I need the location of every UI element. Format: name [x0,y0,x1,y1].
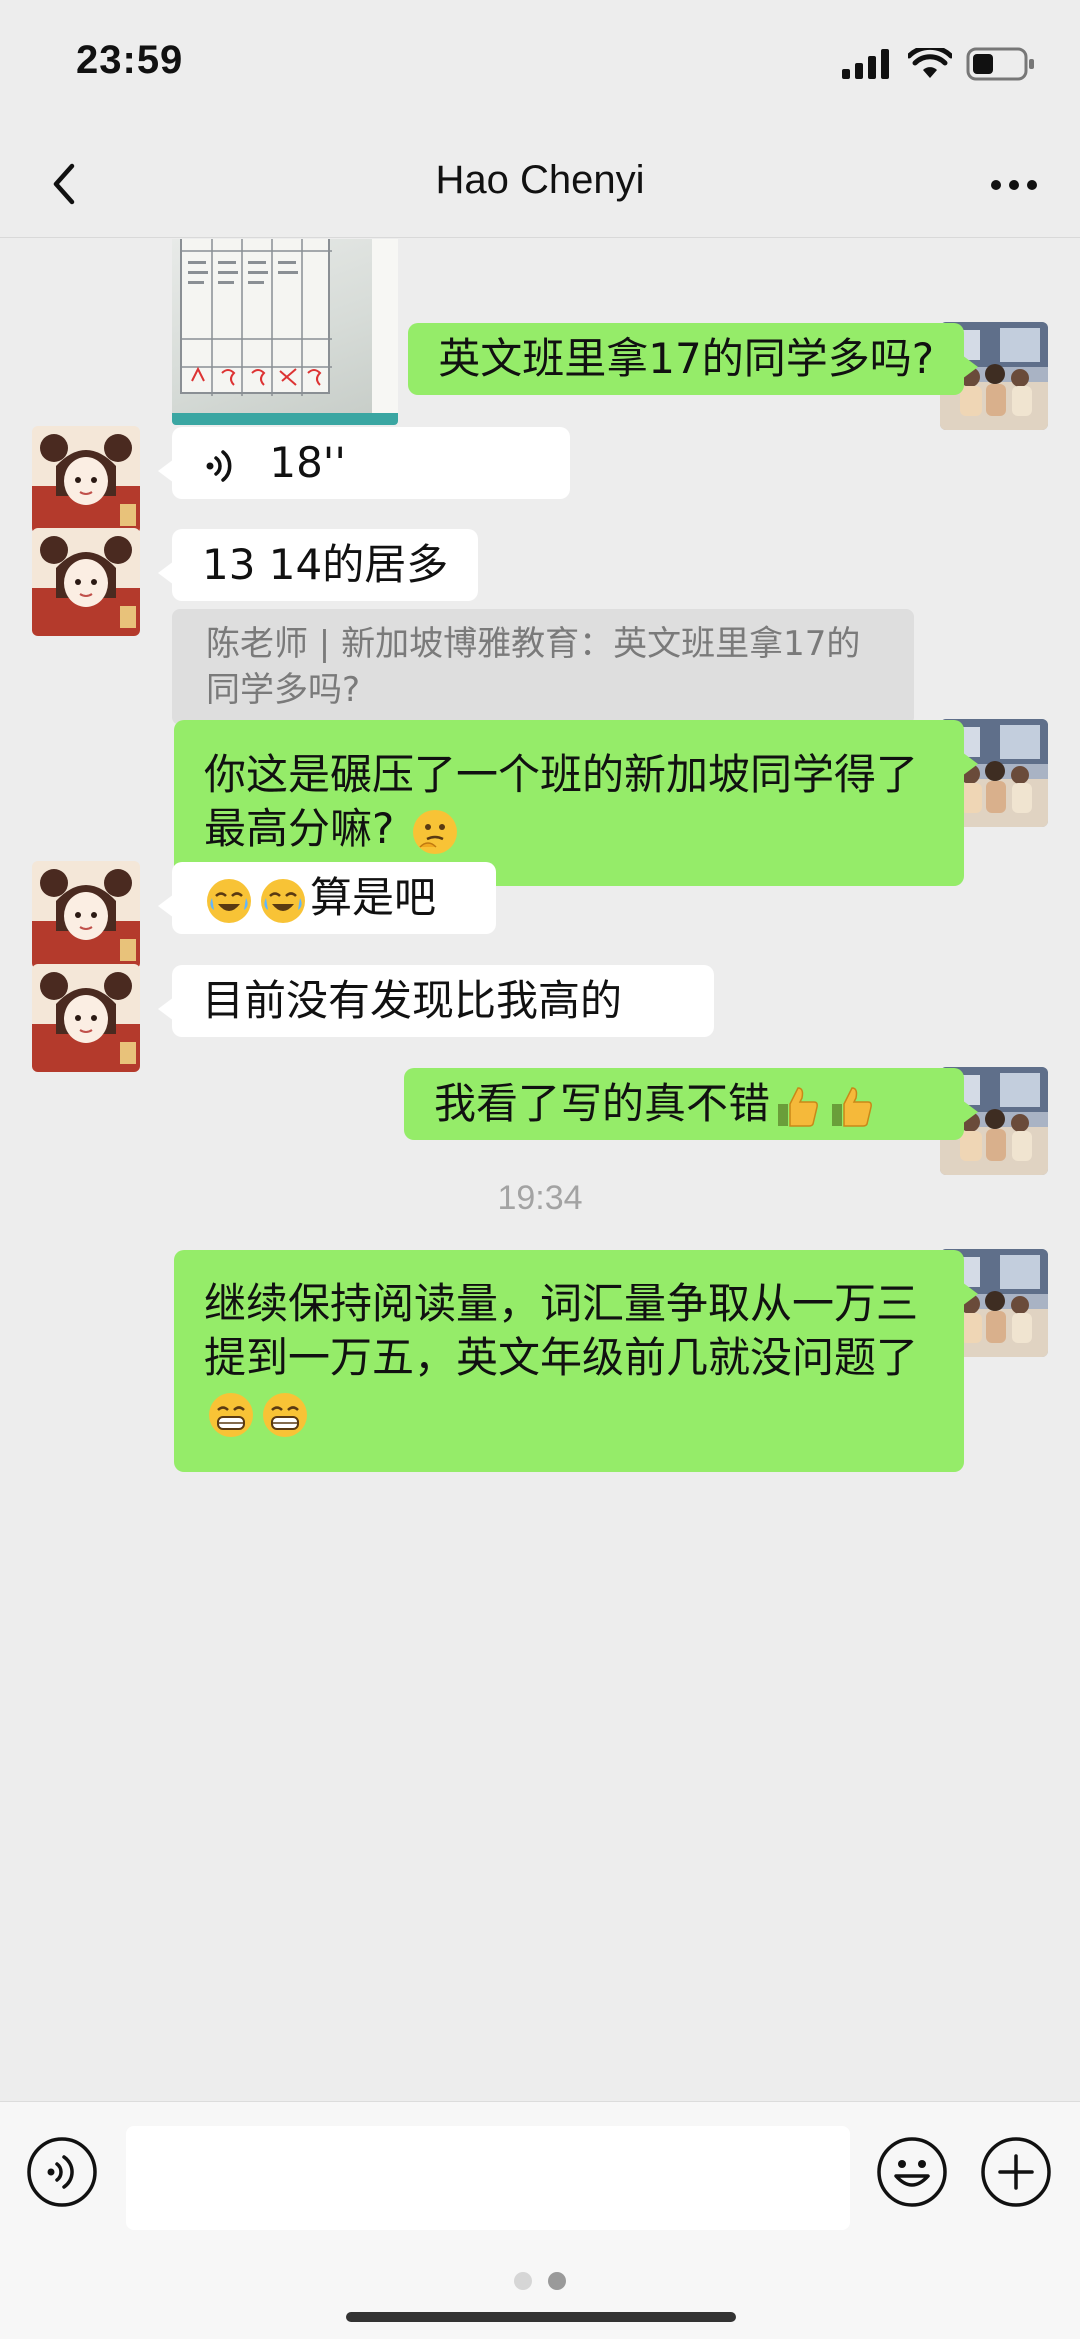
thumbs-up-emoji-icon [778,1086,818,1127]
message-text: 算是吧 [310,873,437,922]
contact-avatar[interactable] [32,964,140,1072]
chat-title: Hao Chenyi [435,158,645,202]
status-bar: 23:59 [0,0,1080,130]
input-bar [0,2101,1080,2339]
battery-icon [966,47,1034,81]
message-list[interactable]: 英文班里拿17的同学多吗? 18'' 13 14的居多 陈老师 | 新加坡博雅教… [0,239,1080,2101]
signal-icon [842,49,889,79]
message-text: 英文班里拿17的同学多吗? [438,334,934,383]
message-timestamp: 19:34 [497,1179,583,1217]
message-text: 13 14的居多 [202,540,449,589]
message-text: 你这是碾压了一个班的新加坡同学得了最高分嘛? [204,750,919,853]
voice-message[interactable]: 18'' [158,427,570,499]
incoming-message[interactable]: 13 14的居多 [157,529,479,601]
photo-teal-strip [172,413,398,425]
chat-header: Hao Chenyi [0,130,1080,238]
page-dot [514,2272,532,2290]
outgoing-message[interactable]: 继续保持阅读量，词汇量争取从一万三提到一万五，英文年级前几就没问题了 [174,1250,978,1472]
quoted-message[interactable]: 陈老师 | 新加坡博雅教育：英文班里拿17的同学多吗? [172,609,914,725]
home-indicator [346,2312,736,2322]
status-icons [842,46,1036,82]
message-text: 继续保持阅读量，词汇量争取从一万三提到一万五，英文年级前几就没问题了 [204,1279,919,1382]
thinking-emoji-icon [412,809,457,854]
outgoing-message[interactable]: 我看了写的真不错 [404,1068,978,1140]
contact-avatar[interactable] [32,426,140,534]
contact-avatar[interactable] [32,861,140,969]
message-input[interactable] [126,2126,850,2230]
more-options-icon[interactable] [984,160,1044,210]
image-message[interactable] [172,239,398,425]
worksheet-photo [180,239,332,396]
contact-avatar[interactable] [32,528,140,636]
wifi-icon [908,48,952,78]
incoming-message[interactable]: 目前没有发现比我高的 [158,965,714,1037]
grinning-emoji-icon [263,1392,307,1437]
grinning-emoji-icon [209,1392,253,1437]
thumbs-up-emoji-icon [832,1086,872,1127]
plus-icon[interactable] [978,2134,1054,2210]
emoji-icon[interactable] [874,2134,950,2210]
voice-duration: 18'' [269,438,346,487]
quote-text: 陈老师 | 新加坡博雅教育：英文班里拿17的同学多吗? [206,624,861,710]
page-dot-active [548,2272,566,2290]
page-indicator [0,2272,1080,2292]
crying-laughing-emoji-icon [261,878,305,923]
voice-wave-icon [206,449,232,482]
voice-input-icon[interactable] [24,2134,100,2210]
outgoing-message[interactable]: 英文班里拿17的同学多吗? [408,323,978,395]
message-text: 我看了写的真不错 [434,1079,771,1128]
photo-edge [372,239,398,425]
message-text: 目前没有发现比我高的 [202,976,623,1025]
incoming-message[interactable]: 算是吧 [158,862,496,934]
status-time: 23:59 [76,38,184,82]
crying-laughing-emoji-icon [207,878,251,923]
